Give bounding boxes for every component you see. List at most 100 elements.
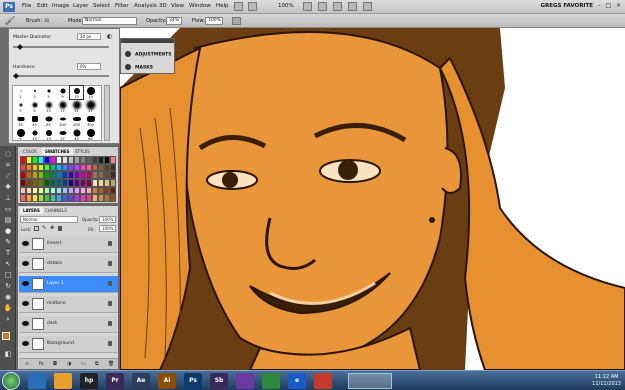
lock-position-icon[interactable]: ✥	[50, 226, 55, 231]
brush-preset[interactable]: 9	[28, 100, 41, 113]
brush-preset[interactable]: 5	[14, 100, 27, 113]
flow-input[interactable]: 100%	[205, 17, 223, 25]
brush-grid-scrollbar[interactable]	[104, 85, 110, 141]
layer-row[interactable]: Layer 1	[19, 276, 118, 293]
masks-item[interactable]: MASKS	[125, 64, 153, 71]
menu-3d[interactable]: 3D	[159, 3, 167, 9]
brush-preset[interactable]: 5	[42, 86, 55, 99]
new-layer-icon[interactable]: ⧉	[95, 361, 99, 367]
taskbar-app-icon[interactable]: Sb	[210, 373, 228, 389]
layer-row[interactable]: details	[19, 256, 118, 273]
menu-file[interactable]: File	[22, 3, 31, 9]
brush-preset[interactable]: 45	[70, 128, 83, 141]
layer-mask-icon[interactable]: ◘	[53, 361, 57, 367]
3d-rotate-icon[interactable]: ↻	[3, 282, 13, 291]
tab-styles[interactable]: STYLES	[72, 148, 93, 155]
dodge-icon[interactable]: ●	[3, 227, 13, 236]
tab-channels[interactable]: CHANNELS	[42, 207, 70, 214]
layer-row[interactable]: midtone	[19, 296, 118, 313]
blend-mode-select[interactable]: Normal	[20, 216, 78, 223]
master-diameter-input[interactable]: 30 px	[77, 33, 101, 40]
adjustment-layer-icon[interactable]: ◑	[67, 361, 71, 367]
color-swatch[interactable]	[110, 163, 116, 172]
menu-image[interactable]: Image	[52, 3, 69, 9]
layer-row[interactable]: dark	[19, 316, 118, 333]
taskbar-app-icon[interactable]: Ae	[132, 373, 150, 389]
screen-mode-icon[interactable]	[363, 2, 372, 11]
path-select-icon[interactable]: ↖	[3, 260, 13, 269]
menu-edit[interactable]: Edit	[37, 3, 48, 9]
brush-preset[interactable]: 100	[56, 114, 69, 127]
brush-preset[interactable]: 1	[14, 86, 27, 99]
brush-preset[interactable]: 19	[42, 128, 55, 141]
taskbar-app-icon[interactable]	[236, 373, 254, 389]
eye-icon[interactable]	[22, 301, 29, 306]
brush-preset[interactable]: 300	[84, 114, 97, 127]
taskbar-app-icon[interactable]: e	[288, 373, 306, 389]
taskbar-window-button[interactable]	[348, 373, 392, 389]
taskbar-app-icon[interactable]	[262, 373, 280, 389]
tab-swatches[interactable]: SWATCHES	[42, 148, 73, 155]
brush-preset[interactable]: 9	[14, 128, 27, 141]
3d-orbit-icon[interactable]: ◉	[3, 293, 13, 302]
menu-view[interactable]: View	[171, 3, 184, 9]
taskbar-app-icon[interactable]: Pr	[106, 373, 124, 389]
lasso-icon[interactable]: ◌	[3, 150, 13, 159]
brush-preset[interactable]: 35	[14, 114, 27, 127]
brush-preset[interactable]: 27	[84, 100, 97, 113]
taskbar-app-icon[interactable]	[54, 373, 72, 389]
start-button[interactable]	[2, 372, 20, 390]
lock-all-icon[interactable]	[58, 226, 62, 231]
hardness-slider[interactable]	[13, 75, 109, 77]
color-swatch[interactable]	[110, 171, 116, 179]
brush-preset[interactable]: 3	[28, 86, 41, 99]
brush-preset[interactable]: 45	[28, 114, 41, 127]
stamp-icon[interactable]: ⊥	[3, 194, 13, 203]
zoom-tool-icon[interactable]: ⌕	[3, 315, 13, 324]
zoom-level[interactable]: 100%	[278, 3, 294, 9]
group-icon[interactable]: ▭	[81, 361, 86, 367]
layer-row[interactable]: Background	[19, 336, 118, 353]
taskbar-app-icon[interactable]: Ai	[158, 373, 176, 389]
brush-preset[interactable]: 17	[56, 128, 69, 141]
mode-select[interactable]: Normal	[82, 17, 137, 25]
lock-transparent-icon[interactable]	[34, 226, 39, 231]
airbrush-icon[interactable]	[232, 17, 241, 25]
maximize-button[interactable]: □	[605, 2, 612, 10]
color-swatch[interactable]	[110, 186, 116, 195]
menu-select[interactable]: Select	[93, 3, 110, 9]
menu-analysis[interactable]: Analysis	[134, 3, 157, 9]
type-icon[interactable]: T	[3, 249, 13, 258]
rotate-icon[interactable]	[333, 2, 342, 11]
color-swatch[interactable]	[110, 178, 116, 187]
eyedropper-icon[interactable]: ⟋	[3, 172, 13, 181]
healing-icon[interactable]: ✚	[3, 183, 13, 192]
adjustments-item[interactable]: ADJUSTMENTS	[125, 51, 172, 58]
brush-preset[interactable]: 21	[70, 100, 83, 113]
eye-icon[interactable]	[22, 261, 29, 266]
taskbar-app-icon[interactable]	[314, 373, 332, 389]
eraser-icon[interactable]: ▭	[3, 205, 13, 214]
minibridge-icon[interactable]	[248, 2, 257, 11]
close-button[interactable]: ×	[615, 2, 622, 10]
hand-tool-icon[interactable]: ✋	[3, 304, 13, 313]
taskbar-app-icon[interactable]	[28, 373, 46, 389]
workspace-switcher[interactable]: GREGS FAVORITE	[540, 3, 593, 9]
brush-preset[interactable]: 65	[42, 114, 55, 127]
bridge-icon[interactable]	[234, 2, 243, 11]
layer-row[interactable]: lineart	[19, 236, 118, 253]
trash-icon[interactable]: 🗑	[108, 361, 114, 367]
brush-preset-selected[interactable]: 13	[69, 85, 84, 100]
eye-icon[interactable]	[22, 281, 29, 286]
zoom-icon[interactable]	[318, 2, 327, 11]
document-canvas[interactable]	[120, 28, 625, 370]
layer-style-icon[interactable]: fx	[39, 361, 44, 367]
menu-layer[interactable]: Layer	[73, 3, 88, 9]
panel-header[interactable]	[121, 39, 174, 43]
color-swatch[interactable]	[110, 156, 116, 164]
menu-help[interactable]: Help	[216, 3, 229, 9]
brush-tool-icon[interactable]: 🖌	[5, 16, 15, 26]
quick-mask-icon[interactable]: ◧	[3, 350, 13, 359]
hand-icon[interactable]	[303, 2, 312, 11]
tab-color[interactable]: COLOR	[20, 148, 40, 155]
